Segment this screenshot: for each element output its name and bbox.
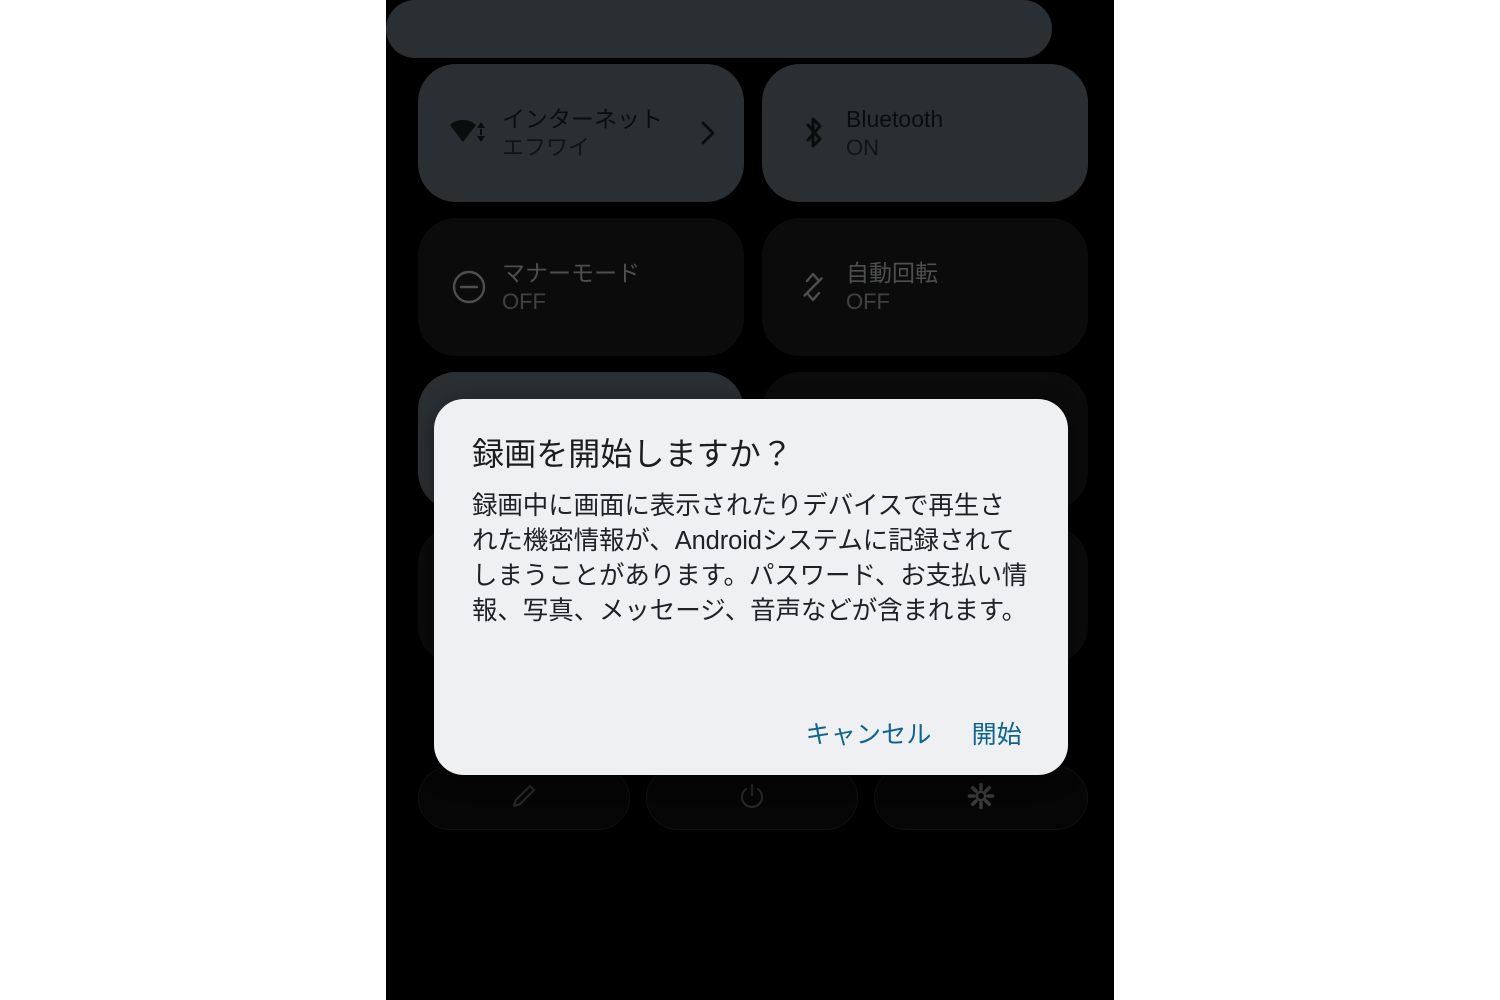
qs-tile-auto-rotate-text: 自動回転 OFF [846, 258, 938, 316]
power-icon [737, 781, 767, 816]
do-not-disturb-icon [446, 264, 492, 310]
qs-tile-do-not-disturb-title: マナーモード [502, 260, 640, 286]
gear-settings-icon [966, 781, 996, 816]
screenshot-root: インターネット エフワイ Bluetooth ON マナーモード OFF 自動回… [0, 0, 1500, 1000]
dialog-actions: キャンセル 開始 [790, 709, 1038, 761]
qs-tile-bluetooth-subtitle: ON [846, 135, 879, 160]
qs-tile-do-not-disturb[interactable]: マナーモード OFF [418, 218, 744, 356]
edit-tiles-button[interactable] [418, 766, 630, 830]
brightness-slider[interactable] [386, 0, 1052, 58]
chevron-right-icon[interactable] [694, 119, 722, 147]
qs-tile-internet-title: インターネット [502, 106, 663, 132]
qs-tile-bluetooth[interactable]: Bluetooth ON [762, 64, 1088, 202]
wifi-icon [446, 110, 492, 156]
quick-settings-panel: インターネット エフワイ Bluetooth ON マナーモード OFF 自動回… [386, 0, 1114, 1000]
settings-button[interactable] [874, 766, 1088, 830]
qs-tile-internet-subtitle: エフワイ [502, 135, 591, 160]
screen-record-dialog: 録画を開始しますか？ 録画中に画面に表示されたりデバイスで再生された機密情報が、… [434, 399, 1068, 775]
qs-tile-internet[interactable]: インターネット エフワイ [418, 64, 744, 202]
qs-tile-bluetooth-text: Bluetooth ON [846, 104, 943, 162]
dialog-title: 録画を開始しますか？ [472, 436, 794, 472]
start-button[interactable]: 開始 [956, 709, 1038, 761]
qs-tile-bluetooth-title: Bluetooth [846, 106, 944, 132]
qs-tile-do-not-disturb-subtitle: OFF [502, 289, 546, 314]
pencil-edit-icon [509, 781, 539, 816]
qs-tile-do-not-disturb-text: マナーモード OFF [502, 258, 640, 316]
qs-tile-auto-rotate[interactable]: 自動回転 OFF [762, 218, 1088, 356]
qs-tile-internet-text: インターネット エフワイ [502, 104, 663, 162]
dialog-message: 録画中に画面に表示されたりデバイスで再生された機密情報が、Androidシステム… [472, 492, 1028, 625]
qs-tile-auto-rotate-subtitle: OFF [846, 289, 890, 314]
qs-tile-auto-rotate-title: 自動回転 [846, 260, 938, 286]
cancel-button[interactable]: キャンセル [790, 709, 948, 761]
auto-rotate-icon [790, 264, 836, 310]
bluetooth-icon [790, 110, 836, 156]
power-button[interactable] [646, 766, 858, 830]
